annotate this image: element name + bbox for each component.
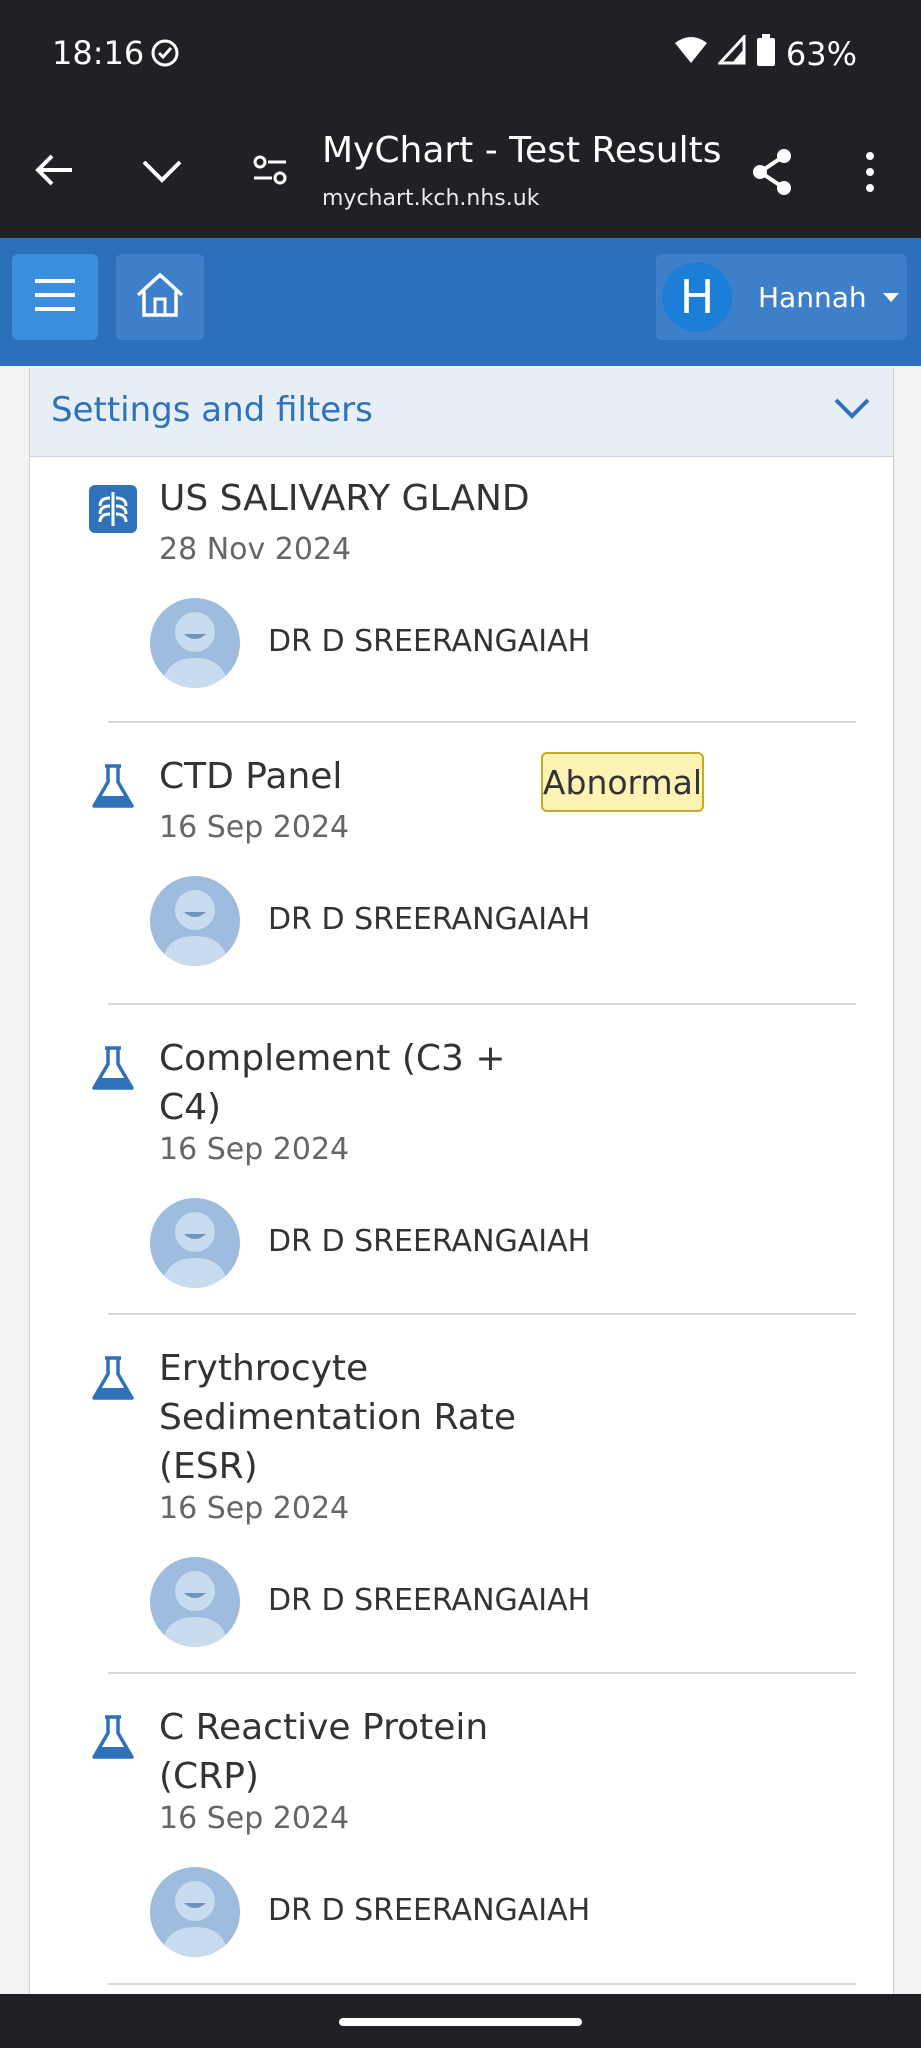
battery-icon [756, 34, 776, 74]
abnormal-badge: Abnormal [541, 752, 704, 812]
menu-button[interactable] [12, 254, 98, 340]
result-date: 16 Sep 2024 [159, 1132, 350, 1167]
provider-avatar [150, 876, 240, 966]
gesture-nav-bar [0, 1994, 921, 2048]
more-options-icon[interactable] [860, 148, 880, 201]
back-arrow-icon[interactable] [32, 148, 76, 197]
result-title: Complement (C3 + C4) [159, 1038, 506, 1128]
lab-flask-icon [88, 762, 138, 812]
battery-level: 63% [785, 35, 857, 73]
page-title: MyChart - Test Results [322, 130, 722, 171]
provider-name: DR D SREERANGAIAH [268, 1583, 591, 1618]
share-icon[interactable] [750, 148, 794, 201]
caret-down-icon [882, 292, 899, 302]
divider [108, 1003, 856, 1005]
settings-filters-label: Settings and filters [51, 390, 373, 430]
lab-flask-icon [88, 1044, 138, 1094]
divider [108, 721, 856, 723]
result-date: 28 Nov 2024 [159, 532, 352, 567]
result-date: 16 Sep 2024 [159, 1801, 350, 1836]
lab-flask-icon [88, 1713, 138, 1763]
wifi-icon [674, 35, 708, 73]
result-date: 16 Sep 2024 [159, 810, 350, 845]
home-icon [134, 271, 186, 324]
home-button[interactable] [116, 254, 204, 340]
divider [108, 1983, 856, 1985]
page-url[interactable]: mychart.kch.nhs.uk [322, 186, 539, 211]
provider-avatar [150, 1557, 240, 1647]
result-title: CTD Panel [159, 756, 343, 797]
user-name: Hannah [758, 280, 867, 314]
browser-toolbar: MyChart - Test Results mychart.kch.nhs.u… [0, 108, 921, 238]
status-time: 18:16 [52, 34, 145, 72]
provider-name: DR D SREERANGAIAH [268, 624, 591, 659]
settings-filters-toggle[interactable]: Settings and filters [30, 368, 893, 457]
divider [108, 1313, 856, 1315]
results-panel: Settings and filters US SALIVARY GLAND 2… [29, 368, 894, 1995]
result-title: US SALIVARY GLAND [159, 478, 530, 519]
app-header: H Hannah [0, 238, 921, 366]
divider [108, 1672, 856, 1674]
provider-avatar [150, 1198, 240, 1288]
result-date: 16 Sep 2024 [159, 1491, 350, 1526]
result-title: Erythrocyte Sedimentation Rate (ESR) [159, 1348, 517, 1487]
result-title: C Reactive Protein (CRP) [159, 1707, 489, 1797]
provider-avatar [150, 1867, 240, 1957]
sync-check-icon [150, 38, 180, 73]
provider-name: DR D SREERANGAIAH [268, 1893, 591, 1928]
chevron-down-icon[interactable] [138, 148, 186, 197]
signal-icon [716, 33, 746, 73]
lab-flask-icon [88, 1354, 138, 1404]
chevron-down-icon [833, 396, 871, 427]
site-settings-icon[interactable] [250, 148, 290, 197]
home-gesture-handle[interactable] [339, 2018, 582, 2026]
imaging-icon [88, 484, 138, 534]
provider-avatar [150, 598, 240, 688]
user-avatar: H [662, 262, 732, 332]
provider-name: DR D SREERANGAIAH [268, 902, 591, 937]
status-bar: 18:16 63% [0, 0, 921, 108]
provider-name: DR D SREERANGAIAH [268, 1224, 591, 1259]
hamburger-icon [33, 275, 77, 320]
user-menu-button[interactable]: H Hannah [656, 254, 907, 340]
